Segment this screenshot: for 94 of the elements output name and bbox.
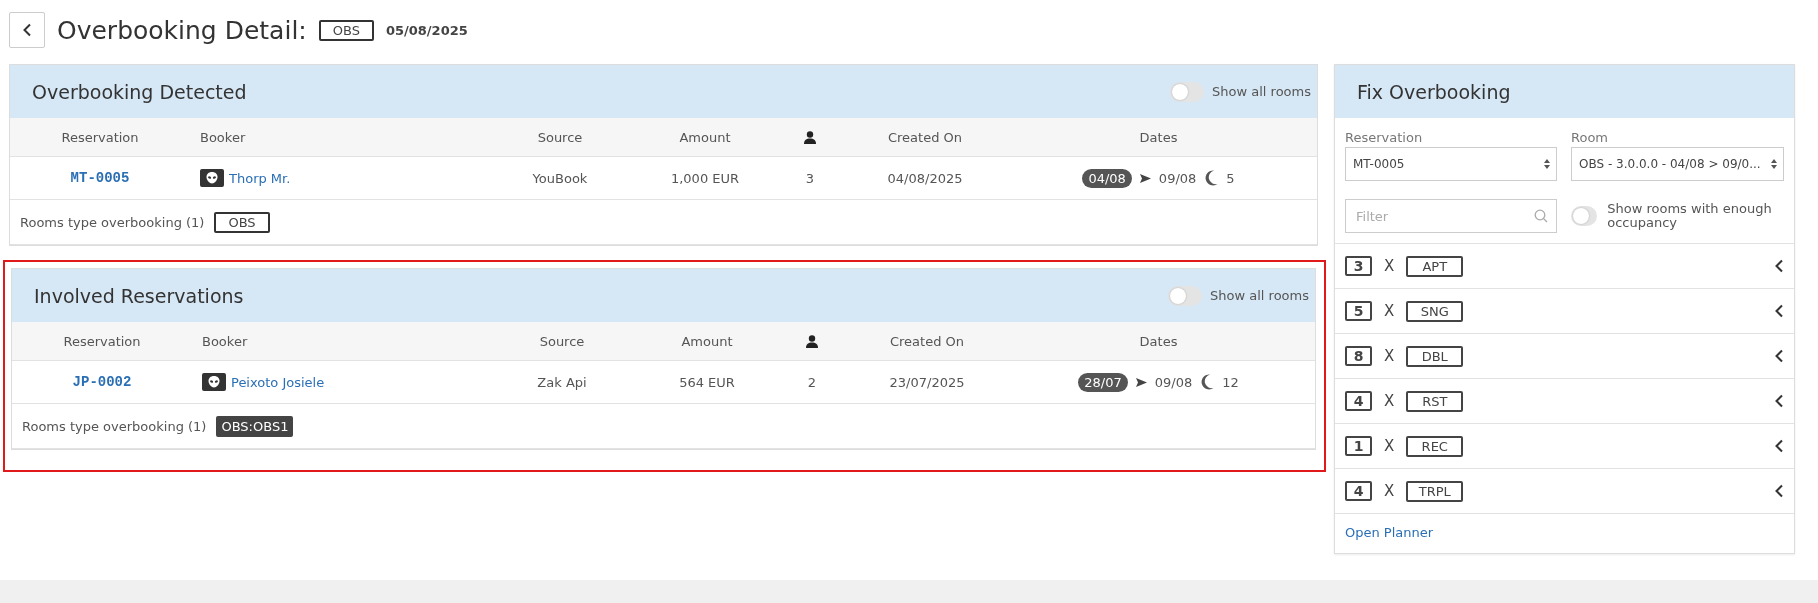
up-down-caret-icon bbox=[1544, 159, 1550, 169]
room-select[interactable]: OBS - 3.0.0.0 - 04/08 > 09/0... bbox=[1571, 147, 1784, 181]
chevron-left-icon bbox=[1774, 394, 1784, 408]
user-icon bbox=[804, 130, 816, 144]
times-sign: X bbox=[1384, 392, 1395, 410]
table-cell: 23/07/2025 bbox=[889, 374, 965, 390]
times-sign: X bbox=[1384, 482, 1395, 500]
booker-link[interactable]: Peixoto Josiele bbox=[231, 374, 325, 390]
booker-link[interactable]: Thorp Mr. bbox=[229, 170, 291, 186]
panel-title: Involved Reservations bbox=[34, 284, 244, 307]
column-header: Booker bbox=[201, 333, 248, 349]
expand-button[interactable] bbox=[1774, 349, 1784, 363]
filter-field[interactable]: Filter bbox=[1345, 199, 1557, 233]
chevron-left-icon bbox=[1774, 484, 1784, 498]
chevron-left-icon bbox=[22, 23, 32, 37]
count-badge: 8 bbox=[1345, 346, 1372, 366]
date-text: 09/08 bbox=[1158, 170, 1197, 186]
count-badge: 4 bbox=[1345, 391, 1372, 411]
footer-label: Rooms type overbooking (1) bbox=[22, 418, 207, 434]
table-cell: YouBook bbox=[532, 170, 588, 186]
toggle-label: Show all rooms bbox=[1210, 288, 1309, 303]
table-cell: 04/08/2025 bbox=[887, 170, 963, 186]
room-type-tag: DBL bbox=[1406, 345, 1464, 367]
toggle-switch[interactable] bbox=[1571, 206, 1598, 226]
date-text: 09/08 bbox=[1154, 374, 1193, 390]
column-header: Dates bbox=[1139, 129, 1178, 145]
expand-button[interactable] bbox=[1774, 439, 1784, 453]
chevron-left-icon bbox=[1774, 349, 1784, 363]
column-header: Reservation bbox=[63, 333, 141, 349]
count-badge: 5 bbox=[1345, 301, 1372, 321]
nights-count: 12 bbox=[1222, 374, 1239, 390]
column-header: Source bbox=[539, 333, 585, 349]
count-badge: 3 bbox=[1345, 256, 1372, 276]
times-sign: X bbox=[1384, 302, 1395, 320]
table-cell: 3 bbox=[805, 170, 815, 186]
table-cell: 2 bbox=[807, 374, 817, 390]
panel-title: Overbooking Detected bbox=[32, 80, 247, 103]
times-sign: X bbox=[1384, 437, 1395, 455]
column-header: Amount bbox=[679, 129, 731, 145]
reservation-link[interactable]: MT-0005 bbox=[70, 170, 130, 186]
up-down-caret-icon bbox=[1771, 159, 1777, 169]
table-cell: 564 EUR bbox=[679, 374, 735, 390]
moon-icon bbox=[1200, 374, 1215, 390]
room-type-tag: OBS bbox=[318, 19, 374, 41]
date-pill: 04/08 bbox=[1082, 168, 1132, 188]
table-cell: Zak Api bbox=[537, 374, 587, 390]
nights-count: 5 bbox=[1226, 170, 1235, 186]
arrow-right-icon bbox=[1135, 377, 1147, 387]
arrow-right-icon bbox=[1139, 173, 1151, 183]
panel-title: Fix Overbooking bbox=[1357, 80, 1511, 103]
count-badge: 1 bbox=[1345, 436, 1372, 456]
toggle-label: Show rooms with enough occupancy bbox=[1607, 201, 1773, 231]
open-planner-link[interactable]: Open Planner bbox=[1335, 514, 1794, 553]
count-badge: 4 bbox=[1345, 481, 1372, 501]
toggle-switch[interactable] bbox=[1168, 285, 1203, 306]
room-type-tag: RST bbox=[1406, 390, 1464, 412]
user-icon bbox=[806, 334, 818, 348]
room-type-tag: APT bbox=[1406, 255, 1464, 277]
column-header: Created On bbox=[889, 333, 965, 349]
room-type-tag: SNG bbox=[1406, 300, 1464, 322]
column-header: Dates bbox=[1139, 333, 1178, 349]
alien-avatar-icon bbox=[200, 169, 224, 187]
toggle-label: Show all rooms bbox=[1212, 84, 1311, 99]
date-pill: 28/07 bbox=[1078, 372, 1128, 392]
column-header: Booker bbox=[199, 129, 246, 145]
field-label: Room bbox=[1571, 130, 1610, 145]
column-header: Reservation bbox=[61, 129, 139, 145]
chevron-left-icon bbox=[1774, 304, 1784, 318]
table-cell: 1,000 EUR bbox=[670, 170, 740, 186]
column-header: Created On bbox=[887, 129, 963, 145]
search-icon bbox=[1534, 209, 1548, 223]
moon-icon bbox=[1204, 170, 1219, 186]
page-title: Overbooking Detail: bbox=[57, 15, 307, 45]
times-sign: X bbox=[1384, 347, 1395, 365]
reservation-link[interactable]: JP-0002 bbox=[72, 374, 132, 390]
room-type-tag: OBS bbox=[214, 211, 270, 233]
room-type-tag: OBS:OBS1 bbox=[216, 415, 294, 437]
chevron-left-icon bbox=[1774, 259, 1784, 273]
room-type-tag: TRPL bbox=[1406, 480, 1464, 502]
expand-button[interactable] bbox=[1774, 484, 1784, 498]
column-header: Source bbox=[537, 129, 583, 145]
field-label: Reservation bbox=[1345, 130, 1424, 145]
chevron-left-icon bbox=[1774, 439, 1784, 453]
column-header: Amount bbox=[681, 333, 733, 349]
header-date: 05/08/2025 bbox=[385, 22, 468, 38]
reservation-select[interactable]: MT-0005 bbox=[1345, 147, 1557, 181]
footer-label: Rooms type overbooking (1) bbox=[20, 214, 205, 230]
alien-avatar-icon bbox=[202, 373, 226, 391]
expand-button[interactable] bbox=[1774, 304, 1784, 318]
room-type-tag: REC bbox=[1406, 435, 1464, 457]
expand-button[interactable] bbox=[1774, 259, 1784, 273]
toggle-switch[interactable] bbox=[1170, 81, 1205, 102]
expand-button[interactable] bbox=[1774, 394, 1784, 408]
times-sign: X bbox=[1384, 257, 1395, 275]
